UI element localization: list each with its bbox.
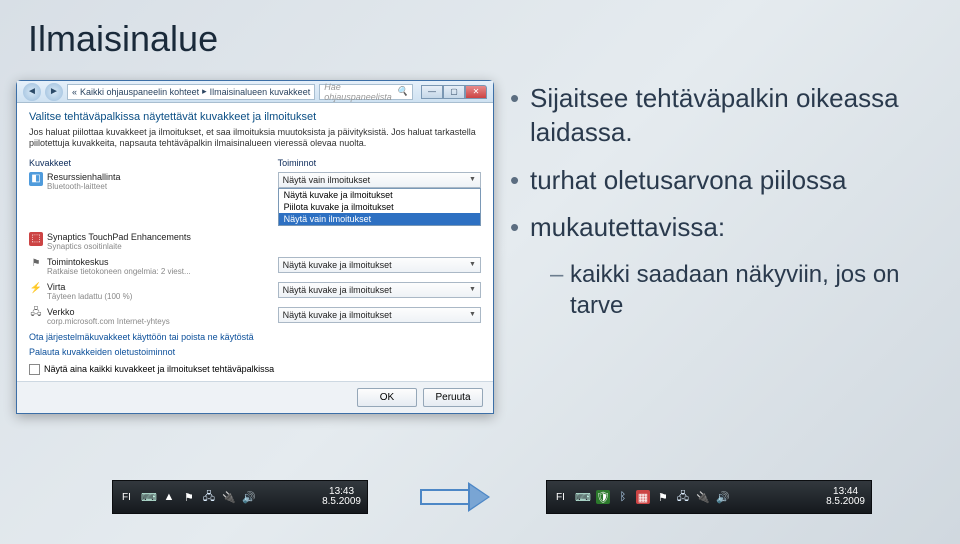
arrow-graphic bbox=[420, 482, 500, 512]
dropdown-value: Näytä kuvake ja ilmoitukset bbox=[283, 260, 392, 270]
window-body: Valitse tehtäväpalkissa näytettävät kuva… bbox=[17, 103, 493, 381]
row-label: Toimintokeskus bbox=[47, 257, 191, 267]
breadcrumb[interactable]: « Kaikki ohjauspaneelin kohteet ▸ Ilmais… bbox=[67, 84, 315, 100]
language-indicator[interactable]: FI bbox=[553, 491, 568, 504]
dropdown-option-selected[interactable]: Näytä vain ilmoitukset bbox=[279, 213, 480, 225]
icon-row: ⚑ Toimintokeskus Ratkaise tietokoneen on… bbox=[29, 257, 481, 276]
page-description: Jos haluat piilottaa kuvakkeet ja ilmoit… bbox=[29, 127, 481, 150]
icon-row: ◧ Resurssienhallinta Bluetooth-laitteet … bbox=[29, 172, 481, 226]
clock-date: 8.5.2009 bbox=[826, 497, 865, 508]
icon-row: 🖧 Verkko corp.microsoft.com Internet-yht… bbox=[29, 307, 481, 326]
bullet-3: mukautettavissa: bbox=[510, 211, 940, 245]
min-button[interactable]: — bbox=[421, 85, 443, 99]
keyboard-icon[interactable]: ⌨ bbox=[576, 490, 590, 504]
dropdown-value: Näytä vain ilmoitukset bbox=[283, 175, 371, 185]
breadcrumb-sep: ▸ bbox=[202, 86, 207, 97]
power-tray-icon[interactable]: 🔌 bbox=[222, 490, 236, 504]
action-dropdown[interactable]: Näytä kuvake ja ilmoitukset ▼ bbox=[278, 257, 481, 273]
clock[interactable]: 13:43 8.5.2009 bbox=[322, 487, 361, 508]
row-sublabel: Synaptics osoitinlaite bbox=[47, 242, 191, 251]
chevron-down-icon: ▼ bbox=[469, 311, 476, 318]
dropdown-option[interactable]: Piilota kuvake ja ilmoitukset bbox=[279, 201, 480, 213]
chevron-down-icon: ▼ bbox=[469, 286, 476, 293]
row-label: Verkko bbox=[47, 307, 170, 317]
search-placeholder: Hae ohjauspaneelista bbox=[324, 82, 397, 102]
show-all-checkbox[interactable] bbox=[29, 364, 40, 375]
icon-row: ⬚ Synaptics TouchPad Enhancements Synapt… bbox=[29, 232, 481, 251]
breadcrumb-chevrons: « bbox=[72, 87, 77, 97]
action-dropdown[interactable]: Näytä kuvake ja ilmoitukset ▼ bbox=[278, 307, 481, 323]
synaptics-tray-icon[interactable]: ▦ bbox=[636, 490, 650, 504]
close-button[interactable]: ✕ bbox=[465, 85, 487, 99]
sub-bullet-1: kaikki saadaan näkyviin, jos on tarve bbox=[550, 259, 940, 321]
shield-icon[interactable]: 🛡 bbox=[596, 490, 610, 504]
action-center-tray-icon[interactable]: ⚑ bbox=[656, 490, 670, 504]
action-dropdown[interactable]: Näytä vain ilmoitukset ▼ bbox=[278, 172, 481, 188]
system-tray-collapsed: FI ⌨ ▲ ⚑ 🖧 🔌 🔊 13:43 8.5.2009 bbox=[112, 480, 368, 514]
network-icon: 🖧 bbox=[29, 307, 43, 321]
show-hidden-icons-button[interactable]: ▲ bbox=[162, 490, 176, 504]
search-input[interactable]: Hae ohjauspaneelista 🔍 bbox=[319, 84, 413, 100]
dropdown-value: Näytä kuvake ja ilmoitukset bbox=[283, 285, 392, 295]
window-footer: OK Peruuta bbox=[17, 381, 493, 413]
system-tray-expanded: FI ⌨ 🛡 ᛒ ▦ ⚑ 🖧 🔌 🔊 13:44 8.5.2009 bbox=[546, 480, 872, 514]
row-sublabel: Bluetooth-laitteet bbox=[47, 182, 121, 191]
network-tray-icon[interactable]: 🖧 bbox=[202, 490, 216, 504]
language-indicator[interactable]: FI bbox=[119, 491, 134, 504]
window-titlebar[interactable]: ◄ ► « Kaikki ohjauspaneelin kohteet ▸ Il… bbox=[17, 81, 493, 103]
row-label: Synaptics TouchPad Enhancements bbox=[47, 232, 191, 242]
col-actions-header: Toiminnot bbox=[278, 158, 481, 168]
slide-title: Ilmaisinalue bbox=[28, 18, 218, 60]
ok-button[interactable]: OK bbox=[357, 388, 417, 407]
row-label: Resurssienhallinta bbox=[47, 172, 121, 182]
link-system-icons[interactable]: Ota järjestelmäkuvakkeet käyttöön tai po… bbox=[29, 332, 481, 342]
window-controls: — ▢ ✕ bbox=[421, 85, 487, 99]
row-sublabel: Täyteen ladattu (100 %) bbox=[47, 292, 132, 301]
col-icons-header: Kuvakkeet bbox=[29, 158, 278, 168]
chevron-down-icon: ▼ bbox=[469, 176, 476, 183]
breadcrumb-part-1[interactable]: Kaikki ohjauspaneelin kohteet bbox=[80, 87, 199, 97]
synaptics-icon: ⬚ bbox=[29, 232, 43, 246]
power-tray-icon[interactable]: 🔌 bbox=[696, 490, 710, 504]
dropdown-value: Näytä kuvake ja ilmoitukset bbox=[283, 310, 392, 320]
icon-row: ⚡ Virta Täyteen ladattu (100 %) Näytä ku… bbox=[29, 282, 481, 301]
dropdown-list: Näytä kuvake ja ilmoitukset Piilota kuva… bbox=[278, 188, 481, 226]
link-reset-defaults[interactable]: Palauta kuvakkeiden oletustoiminnot bbox=[29, 347, 481, 357]
explorer-icon: ◧ bbox=[29, 172, 43, 186]
power-icon: ⚡ bbox=[29, 282, 43, 296]
action-dropdown[interactable]: Näytä kuvake ja ilmoitukset ▼ bbox=[278, 282, 481, 298]
bullet-1: Sijaitsee tehtäväpalkin oikeassa laidass… bbox=[510, 82, 940, 150]
row-label: Virta bbox=[47, 282, 132, 292]
network-tray-icon[interactable]: 🖧 bbox=[676, 490, 690, 504]
clock[interactable]: 13:44 8.5.2009 bbox=[826, 487, 865, 508]
dropdown-option[interactable]: Näytä kuvake ja ilmoitukset bbox=[279, 189, 480, 201]
breadcrumb-part-2[interactable]: Ilmaisinalueen kuvakkeet bbox=[210, 87, 311, 97]
bullet-2: turhat oletusarvona piilossa bbox=[510, 164, 940, 198]
nav-back-button[interactable]: ◄ bbox=[23, 83, 41, 101]
bluetooth-icon[interactable]: ᛒ bbox=[616, 490, 630, 504]
row-sublabel: corp.microsoft.com Internet-yhteys bbox=[47, 317, 170, 326]
action-center-tray-icon[interactable]: ⚑ bbox=[182, 490, 196, 504]
cancel-button[interactable]: Peruuta bbox=[423, 388, 483, 407]
control-panel-window: ◄ ► « Kaikki ohjauspaneelin kohteet ▸ Il… bbox=[16, 80, 494, 414]
keyboard-icon[interactable]: ⌨ bbox=[142, 490, 156, 504]
column-headers: Kuvakkeet Toiminnot bbox=[29, 158, 481, 168]
page-heading: Valitse tehtäväpalkissa näytettävät kuva… bbox=[29, 111, 481, 123]
action-center-icon: ⚑ bbox=[29, 257, 43, 271]
volume-tray-icon[interactable]: 🔊 bbox=[242, 490, 256, 504]
nav-forward-button[interactable]: ► bbox=[45, 83, 63, 101]
chevron-down-icon: ▼ bbox=[469, 261, 476, 268]
clock-date: 8.5.2009 bbox=[322, 497, 361, 508]
checkbox-label: Näytä aina kaikki kuvakkeet ja ilmoituks… bbox=[44, 364, 274, 374]
max-button[interactable]: ▢ bbox=[443, 85, 465, 99]
row-sublabel: Ratkaise tietokoneen ongelmia: 2 viest..… bbox=[47, 267, 191, 276]
checkbox-row: Näytä aina kaikki kuvakkeet ja ilmoituks… bbox=[29, 364, 481, 375]
volume-tray-icon[interactable]: 🔊 bbox=[716, 490, 730, 504]
slide-bullets: Sijaitsee tehtäväpalkin oikeassa laidass… bbox=[510, 82, 940, 322]
search-icon: 🔍 bbox=[397, 86, 408, 97]
